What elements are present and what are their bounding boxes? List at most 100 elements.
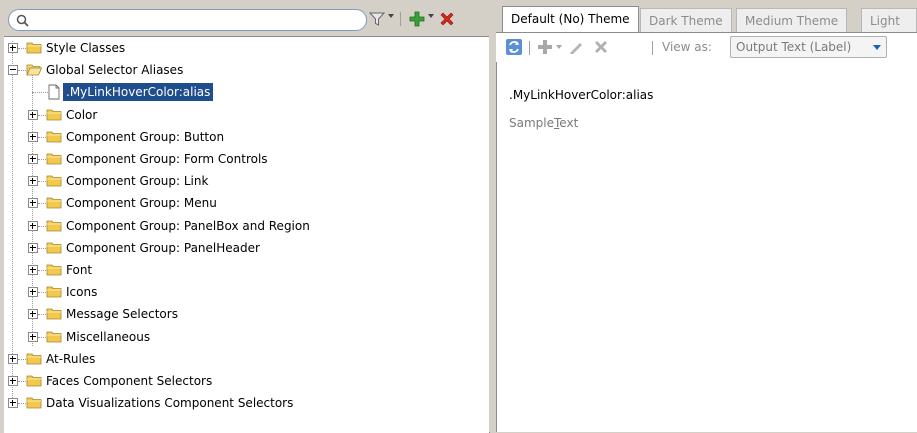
tree-item-label: Global Selector Aliases [46, 63, 184, 78]
tree-item-miscellaneous[interactable]: Miscellaneous [4, 326, 489, 348]
tree-connector-line [38, 181, 46, 183]
tree-item-label: Style Classes [46, 41, 126, 55]
preview-sample-text: SampleText [509, 116, 578, 130]
expand-icon[interactable] [8, 376, 18, 386]
tree-item-label: Icons [66, 285, 98, 300]
tree-connector-line [38, 247, 46, 250]
tree-item-component-group-button[interactable]: Component Group: Button [4, 126, 489, 148]
expand-icon[interactable] [28, 220, 38, 231]
tree-item-font[interactable]: Font [4, 259, 489, 281]
folder-icon [26, 351, 42, 367]
search-icon [16, 14, 29, 27]
preview-toolbar: View as: Output Text (Label) [496, 32, 917, 63]
tree-item-icons[interactable]: Icons [4, 281, 489, 303]
tree-item-style-classes[interactable]: Style Classes [4, 37, 489, 59]
expand-icon[interactable] [28, 242, 38, 253]
toolbar-separator [529, 41, 530, 55]
selector-tree-pane: Style Classes Global Selector Aliases .MyL… [4, 4, 490, 433]
view-as-label: View as: [662, 40, 712, 54]
tree-item-label: Data Visualizations Component Selectors [46, 396, 294, 411]
search-input[interactable] [35, 12, 359, 30]
tree-item-component-group-panelheader[interactable]: Component Group: PanelHeader [4, 237, 489, 259]
collapse-icon[interactable] [8, 65, 18, 76]
tree-connector-line [38, 314, 46, 316]
tree-item-component-group-link[interactable]: Component Group: Link [4, 170, 489, 192]
tree-item-label: Component Group: Form Controls [66, 152, 268, 166]
folder-icon [46, 195, 62, 211]
expand-icon[interactable] [28, 154, 38, 164]
tree-connector-line [18, 358, 26, 361]
tree-item-mylinkhovercolor-alias[interactable]: .MyLinkHoverColor:alias [4, 81, 489, 103]
tab-medium-theme[interactable]: Medium Theme [736, 8, 848, 32]
tree-item-label: Component Group: Menu [66, 196, 217, 211]
chevron-down-icon [873, 45, 881, 50]
folder-icon [26, 373, 42, 389]
tree-item-label: At-Rules [46, 351, 96, 366]
tree-item-color[interactable]: Color [4, 104, 489, 126]
expand-icon[interactable] [8, 353, 18, 364]
expand-icon[interactable] [28, 198, 38, 209]
tree-connector-line [18, 403, 26, 405]
tree-item-label: Faces Component Selectors [46, 374, 213, 388]
preview-area: .MyLinkHoverColor:alias SampleText [496, 62, 917, 432]
filter-dropdown-icon[interactable] [388, 14, 394, 18]
folder-icon [46, 284, 62, 300]
tab-default-theme[interactable]: Default (No) Theme [502, 6, 639, 33]
tree-item-message-selectors[interactable]: Message Selectors [4, 303, 489, 325]
tree-connector-line [38, 225, 46, 228]
add-dropdown-icon[interactable] [428, 14, 434, 18]
expand-icon[interactable] [28, 131, 38, 142]
tree-item-label: Component Group: PanelHeader [66, 240, 260, 255]
tab-dark-theme[interactable]: Dark Theme [640, 8, 732, 32]
tree-item-at-rules[interactable]: At-Rules [4, 348, 489, 370]
folder-icon [46, 107, 62, 123]
folder-icon [26, 40, 42, 56]
tree-item-faces-component-selectors[interactable]: Faces Component Selectors [4, 370, 489, 392]
expand-icon[interactable] [8, 398, 18, 409]
folder-icon [46, 240, 62, 256]
tree-item-component-group-form-controls[interactable]: Component Group: Form Controls [4, 148, 489, 170]
delete-icon[interactable] [438, 10, 456, 28]
folder-icon [26, 395, 42, 411]
selector-tree[interactable]: Style Classes Global Selector Aliases .MyL… [4, 36, 490, 433]
tab-light-theme[interactable]: Light [861, 8, 917, 32]
tree-item-label: .MyLinkHoverColor:alias [63, 83, 214, 102]
tree-connector-line [38, 203, 46, 205]
remove-property-icon [595, 41, 607, 53]
tree-item-label: Component Group: Link [66, 174, 209, 189]
theme-preview-pane: Default (No) Theme Dark Theme Medium The… [496, 4, 917, 432]
folder-icon [46, 151, 62, 167]
add-property-dropdown-icon [556, 45, 562, 49]
tree-item-label: Miscellaneous [66, 329, 151, 344]
folder-icon [46, 129, 62, 145]
expand-icon[interactable] [28, 287, 38, 298]
expand-icon[interactable] [28, 176, 38, 187]
tree-connector-line [18, 48, 26, 50]
expand-icon[interactable] [28, 265, 38, 275]
expand-icon[interactable] [28, 309, 38, 320]
preview-selector-name: .MyLinkHoverColor:alias [509, 88, 654, 102]
add-icon[interactable] [408, 10, 426, 28]
edit-icon [570, 43, 582, 54]
tree-item-label: Color [66, 107, 98, 122]
folder-icon [46, 173, 62, 189]
pane-splitter[interactable] [489, 4, 496, 432]
tree-item-label: Font [66, 263, 93, 277]
sample-prefix: Sample [509, 116, 554, 130]
tree-item-global-selector-aliases[interactable]: Global Selector Aliases [4, 59, 489, 81]
expand-icon[interactable] [28, 331, 38, 342]
tree-item-component-group-menu[interactable]: Component Group: Menu [4, 192, 489, 214]
expand-icon[interactable] [28, 109, 38, 120]
filter-icon[interactable] [368, 10, 386, 28]
refresh-icon[interactable] [505, 38, 523, 56]
expand-icon[interactable] [8, 43, 18, 53]
tree-item-data-visualizations-component-selectors[interactable]: Data Visualizations Component Selectors [4, 392, 489, 414]
folder-icon [46, 329, 62, 345]
search-box[interactable] [8, 9, 367, 31]
tree-item-component-group-panelbox-region[interactable]: Component Group: PanelBox and Region [4, 215, 489, 237]
view-as-select[interactable]: Output Text (Label) [730, 36, 887, 58]
tree-item-label: Component Group: PanelBox and Region [66, 218, 310, 233]
tree-connector-line [38, 159, 46, 161]
add-property-icon [538, 40, 552, 54]
tree-connector-line [38, 292, 46, 294]
